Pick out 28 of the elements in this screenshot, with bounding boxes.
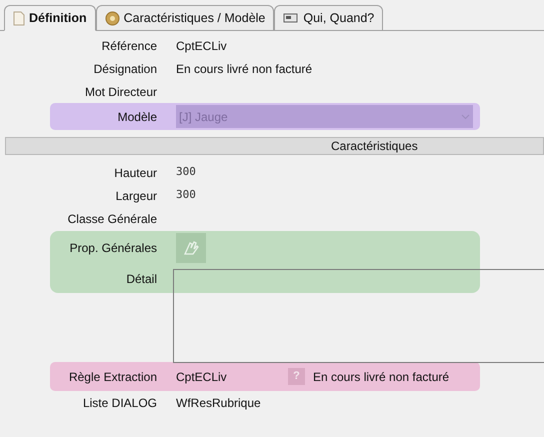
tab[interactable]: Qui, Quand?	[274, 5, 384, 31]
field-value: 300	[176, 187, 196, 204]
field-label: Désignation	[94, 62, 157, 76]
field-value: CptECLiv	[176, 38, 227, 54]
field-label: Largeur	[116, 188, 157, 202]
field-label: Hauteur	[114, 166, 157, 180]
field-label: Liste DIALOG	[82, 396, 157, 410]
gear-icon	[104, 10, 120, 26]
field-label: Classe Générale	[68, 212, 157, 226]
detail-field[interactable]	[173, 269, 544, 363]
field-value: 300	[176, 164, 196, 180]
field-value: En cours livré non facturé	[176, 60, 312, 78]
field-label: Référence	[102, 38, 157, 52]
field-value: CptECLiv	[176, 368, 228, 386]
field-label: Règle Extraction	[68, 370, 157, 384]
field-value: En cours livré non facturé	[313, 368, 450, 386]
tab[interactable]: Définition	[4, 5, 96, 31]
document-icon	[13, 10, 25, 26]
section-header: Caractéristiques	[5, 137, 544, 155]
field-value: WfResRubrique	[176, 394, 261, 412]
hand-icon	[182, 239, 200, 257]
field-label: Modèle	[118, 110, 157, 124]
field-label: Détail	[126, 272, 157, 286]
field-label: Prop. Générales	[70, 241, 157, 255]
chevron-down-icon	[461, 114, 470, 120]
tab[interactable]: Caractéristiques / Modèle	[96, 5, 274, 31]
field-label: Mot Directeur	[84, 84, 157, 98]
card-icon	[283, 12, 300, 24]
